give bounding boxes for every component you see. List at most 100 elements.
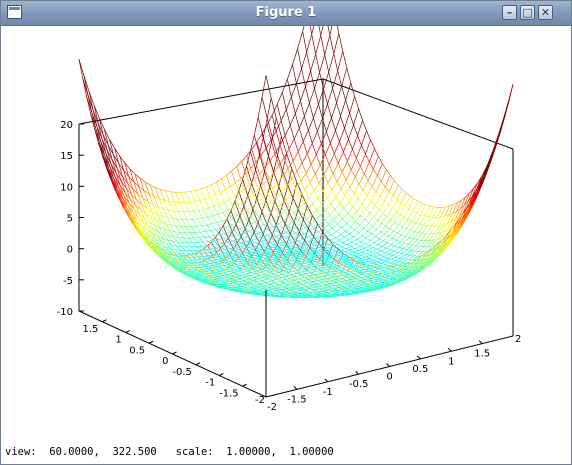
mesh-line (296, 162, 303, 172)
mesh-line (384, 249, 391, 253)
title-bar[interactable]: Figure 1 – □ ✕ (1, 1, 571, 26)
mesh-line (415, 214, 422, 224)
mesh-line (313, 231, 319, 235)
mesh-line (216, 178, 222, 183)
mesh-line (373, 259, 378, 263)
mesh-line (249, 263, 256, 266)
close-button[interactable]: ✕ (538, 5, 553, 20)
mesh-line (406, 249, 412, 251)
mesh-line (380, 231, 385, 235)
mesh-line (265, 280, 272, 283)
mesh-line (191, 246, 196, 251)
mesh-line (326, 234, 332, 238)
mesh-line (289, 256, 295, 259)
mesh-line (331, 267, 337, 270)
mesh-line (292, 160, 298, 172)
mesh-line (399, 205, 406, 215)
mesh-line (199, 198, 206, 201)
mesh-line (340, 260, 346, 262)
mesh-line (315, 215, 321, 221)
mesh-line (348, 201, 354, 207)
mesh-line (359, 269, 365, 271)
mesh-line (233, 249, 240, 252)
mesh-line (276, 197, 281, 205)
mesh-line (256, 133, 263, 143)
mesh-line (302, 141, 308, 154)
mesh-line (363, 245, 370, 249)
mesh-line (350, 258, 356, 261)
mesh-line (368, 259, 374, 262)
mesh-line (195, 188, 202, 191)
plot-canvas[interactable]: -10 -5 0 5 10 15 20 -1.5 -1 -0.5 0 0.5 1 1.5 -1.5 -1 -0.… (1, 0, 571, 441)
mesh-line (408, 198, 415, 209)
mesh-line (368, 261, 373, 264)
mesh-line (202, 241, 208, 247)
mesh-line (180, 192, 185, 203)
mesh-line (246, 209, 252, 217)
mesh-line (391, 199, 398, 209)
mesh-line (173, 210, 179, 212)
mesh-line (292, 64, 297, 84)
mesh-line (287, 185, 294, 199)
mesh-line (320, 131, 327, 144)
mesh-line (343, 239, 349, 243)
mesh-line (296, 171, 302, 182)
mesh-line (341, 246, 347, 249)
mesh-line (366, 251, 373, 255)
mesh-line (367, 231, 372, 235)
mesh-line (370, 191, 377, 202)
y-tick-label: -2 (255, 395, 265, 406)
mesh-line (211, 278, 218, 281)
mesh-line (219, 192, 225, 203)
mesh-line (365, 255, 371, 258)
mesh-line (312, 197, 319, 205)
mesh-line (399, 247, 404, 249)
mesh-line (260, 148, 267, 156)
mesh-line (356, 211, 362, 216)
minimize-button[interactable]: – (502, 5, 517, 20)
mesh-line (394, 261, 400, 265)
mesh-line (386, 259, 392, 262)
mesh-line (304, 246, 310, 249)
mesh-line (313, 117, 318, 132)
mesh-line (396, 239, 401, 242)
mesh-line (327, 173, 334, 183)
mesh-line (362, 231, 368, 236)
maximize-button[interactable]: □ (520, 5, 535, 20)
mesh-line (411, 212, 418, 222)
mesh-line (378, 209, 384, 214)
mesh-line (234, 228, 240, 231)
mesh-line (314, 88, 319, 105)
surface-plot[interactable]: -10-505101520-1.5-1-0.500.511.5-1.5-1-0.… (1, 0, 571, 441)
mesh-line (409, 250, 416, 256)
mesh-line (369, 161, 374, 170)
mesh-line (283, 148, 290, 158)
mesh-line (209, 236, 214, 241)
mesh-line (210, 230, 215, 236)
mesh-line (301, 219, 307, 224)
mesh-line (395, 211, 401, 216)
mesh-line (221, 268, 226, 271)
mesh-line (373, 258, 379, 261)
mesh-line (327, 182, 333, 191)
mesh-line (345, 230, 350, 235)
mesh-line (400, 236, 406, 242)
mesh-line (218, 204, 224, 213)
mesh-line (403, 248, 408, 250)
mesh-line (287, 242, 293, 245)
mesh-line (384, 233, 389, 237)
mesh-line (334, 252, 340, 255)
mesh-line (370, 240, 375, 243)
mesh-line (284, 292, 290, 295)
mesh-line (343, 208, 349, 214)
mesh-line (199, 236, 205, 239)
mesh-line (316, 270, 322, 272)
mesh-line (321, 204, 327, 211)
mesh-line (370, 236, 376, 241)
mesh-line (312, 257, 319, 259)
mesh-line (293, 250, 299, 253)
mesh-line (304, 102, 310, 117)
mesh-line (405, 229, 411, 237)
mesh-line (306, 34, 313, 53)
mesh-line (293, 257, 299, 260)
